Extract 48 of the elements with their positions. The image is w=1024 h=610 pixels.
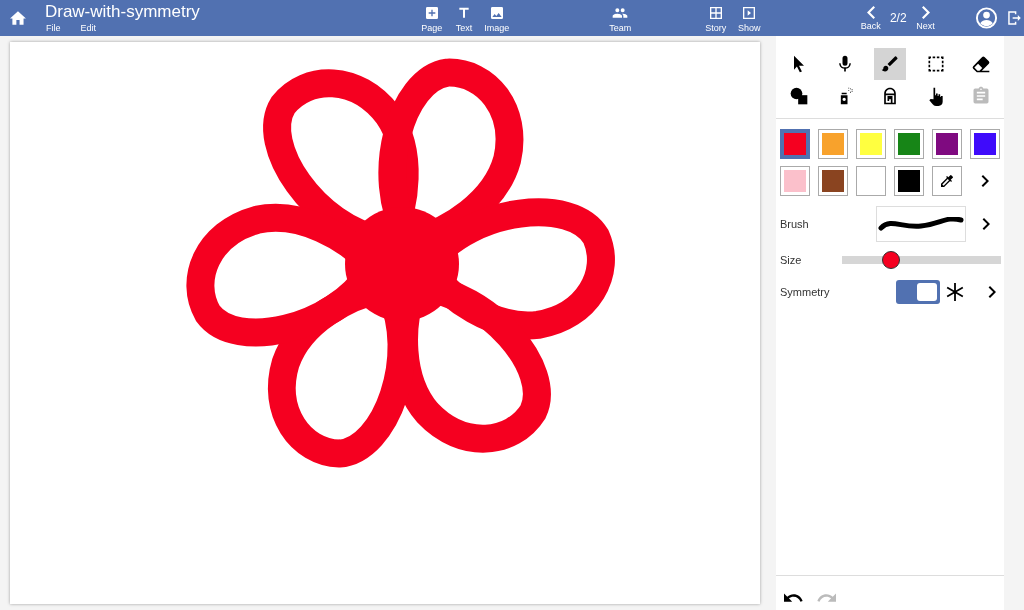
chevron-left-icon — [866, 6, 875, 19]
clipboard-icon — [971, 86, 991, 106]
toolbar-button[interactable]: Page — [415, 2, 449, 34]
play-icon — [741, 4, 758, 21]
toolbar-button[interactable]: Story — [699, 2, 733, 34]
chevron-right-icon — [921, 6, 930, 19]
color-swatch[interactable] — [970, 129, 1000, 159]
tool-button[interactable] — [874, 48, 906, 80]
home-icon[interactable] — [10, 9, 26, 27]
eraser-icon — [971, 54, 991, 74]
brush-icon — [880, 54, 900, 74]
document-title: Draw-with-symmetry — [44, 2, 201, 22]
color-swatch[interactable] — [856, 129, 886, 159]
drawing-canvas[interactable] — [10, 42, 760, 604]
asterisk-icon — [946, 283, 964, 301]
size-label: Size — [780, 254, 803, 266]
color-swatch[interactable] — [856, 166, 886, 196]
toolbar-button[interactable]: Text — [448, 2, 480, 34]
nav-button[interactable]: Next — [909, 4, 942, 32]
add-page-icon — [423, 4, 440, 21]
brush-label: Brush — [780, 218, 810, 230]
toolbar-button[interactable]: Image — [479, 2, 514, 34]
menu-item[interactable]: File — [45, 22, 61, 34]
image-icon — [488, 4, 505, 21]
color-swatch[interactable] — [818, 166, 848, 196]
color-swatch[interactable] — [894, 166, 924, 196]
page-counter: 2/2 — [888, 11, 908, 25]
brush-stroke-icon — [878, 216, 964, 232]
nav-button[interactable]: Back — [854, 4, 887, 32]
color-swatch[interactable] — [932, 129, 962, 159]
grid-icon — [707, 4, 724, 21]
eyedropper-button[interactable] — [932, 166, 962, 196]
color-swatch[interactable] — [818, 129, 848, 159]
brush-preview[interactable] — [876, 206, 966, 242]
menu-item[interactable]: Edit — [80, 22, 96, 34]
toolbar-button[interactable]: Show — [732, 2, 767, 34]
account-icon[interactable] — [975, 5, 999, 31]
color-swatch[interactable] — [894, 129, 924, 159]
slider-thumb[interactable] — [882, 251, 901, 269]
color-swatch[interactable] — [780, 166, 810, 196]
shapes-icon — [789, 86, 809, 106]
chevron-right-icon[interactable] — [980, 217, 992, 231]
color-swatch[interactable] — [780, 129, 810, 159]
symmetry-label: Symmetry — [780, 286, 831, 298]
symmetry-toggle[interactable] — [896, 280, 940, 304]
toolbar-button[interactable]: Team — [603, 2, 638, 34]
chevron-right-icon[interactable] — [979, 174, 991, 188]
chevron-right-icon[interactable] — [986, 285, 998, 299]
